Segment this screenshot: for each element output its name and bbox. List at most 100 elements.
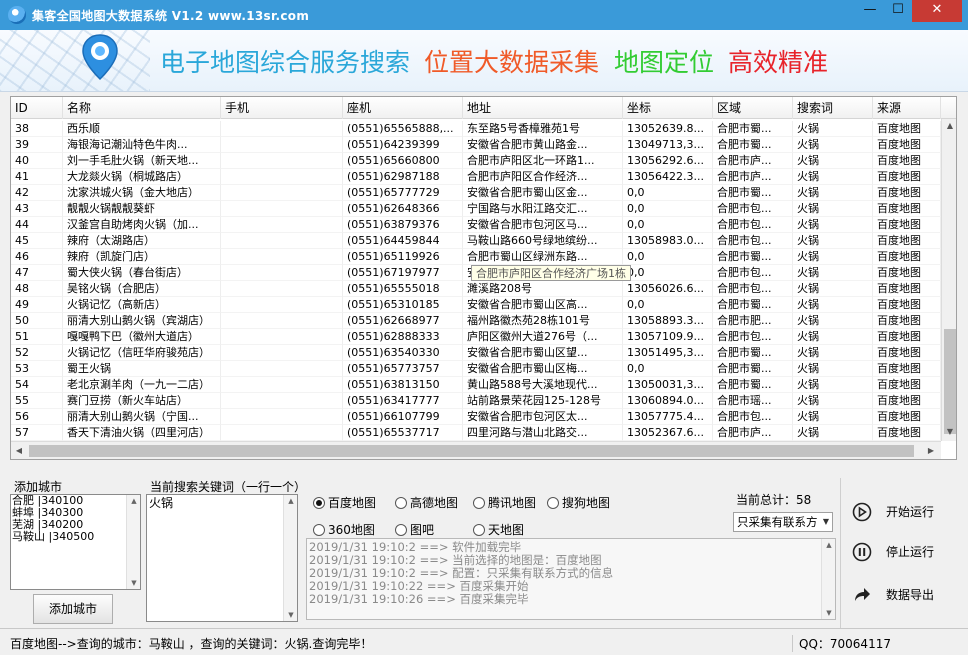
cell-source: 百度地图 bbox=[873, 249, 941, 265]
table-row[interactable]: 53 蜀王火锅 (0551)65773757 安徽省合肥市蜀山区梅... 0,0 合肥市蜀… bbox=[11, 361, 941, 377]
column-header-phone[interactable]: 座机 bbox=[343, 97, 463, 119]
city-list-item[interactable]: 马鞍山 |340500 bbox=[11, 531, 140, 543]
cell-id: 43 bbox=[11, 201, 63, 217]
cell-source: 百度地图 bbox=[873, 409, 941, 425]
cell-coordinates: 0,0 bbox=[623, 201, 713, 217]
table-row[interactable]: 41 大龙燚火锅（桐城路店） (0551)62987188 合肥市庐阳区合作经济...… bbox=[11, 169, 941, 185]
cell-address: 马鞍山路660号绿地缤纷... bbox=[463, 233, 623, 249]
cell-id: 48 bbox=[11, 281, 63, 297]
qq-contact: QQ：70064117 bbox=[792, 635, 891, 652]
keyword-input[interactable]: 火锅 ▲ ▼ bbox=[146, 494, 298, 622]
radio-circle-icon bbox=[313, 524, 325, 536]
cell-keyword: 火锅 bbox=[793, 425, 873, 441]
minimize-button[interactable]: — bbox=[856, 0, 884, 22]
keyword-scrollbar[interactable]: ▲ ▼ bbox=[283, 495, 297, 621]
cell-source: 百度地图 bbox=[873, 393, 941, 409]
radio-label: 百度地图 bbox=[328, 496, 377, 510]
cell-mobile bbox=[221, 297, 343, 313]
table-row[interactable]: 38 西乐顺 (0551)65565888,... 东至路5号香樟雅苑1号 130526… bbox=[11, 121, 941, 137]
cell-coordinates: 13050031,3... bbox=[623, 377, 713, 393]
radio-360-map[interactable]: 360地图 bbox=[313, 522, 375, 538]
cell-mobile bbox=[221, 425, 343, 441]
city-list[interactable]: 合肥 |340100 蚌埠 |340300 芜湖 |340200 马鞍山 |34050… bbox=[10, 494, 141, 590]
keyword-scroll-up-icon[interactable]: ▲ bbox=[284, 497, 297, 505]
title-bar: 集客全国地图大数据系统 V1.2 www.13sr.com — ☐ ✕ bbox=[0, 0, 968, 30]
cell-phone: (0551)62987188 bbox=[343, 169, 463, 185]
results-table[interactable]: ID 名称 手机 座机 地址 坐标 区域 搜索词 来源 38 西乐顺 (0551)65565888,… bbox=[10, 96, 957, 460]
cell-address: 宁国路与水阳江路交汇... bbox=[463, 201, 623, 217]
filter-select[interactable]: 只采集有联系方 ▼ bbox=[733, 512, 833, 532]
stop-button[interactable]: 停止运行 bbox=[848, 537, 958, 567]
log-scrollbar[interactable]: ▲ ▼ bbox=[821, 539, 835, 619]
column-header-source[interactable]: 来源 bbox=[873, 97, 941, 119]
start-button[interactable]: 开始运行 bbox=[848, 497, 958, 527]
cell-region: 合肥市包... bbox=[713, 409, 793, 425]
radio-gaode-map[interactable]: 高德地图 bbox=[395, 495, 458, 511]
scroll-left-arrow-icon[interactable]: ◀ bbox=[11, 442, 27, 459]
table-row[interactable]: 48 吴铭火锅（合肥店） (0551)65555018 濉溪路208号 13056026… bbox=[11, 281, 941, 297]
table-row[interactable]: 50 丽清大别山鹅火锅（宾湖店） (0551)62668977 福州路徽杰苑28栋10… bbox=[11, 313, 941, 329]
table-row[interactable]: 45 辣府（太湖路店） (0551)64459844 马鞍山路660号绿地缤纷... 1… bbox=[11, 233, 941, 249]
table-row[interactable]: 51 嘎嘎鸭下巴（徽州大道店） (0551)62888333 庐阳区徽州大道276号（… bbox=[11, 329, 941, 345]
cell-region: 合肥市庐... bbox=[713, 425, 793, 441]
table-row[interactable]: 52 火锅记忆（信旺华府骏苑店） (0551)63540330 安徽省合肥市蜀山区望.… bbox=[11, 345, 941, 361]
horizontal-scroll-thumb[interactable] bbox=[29, 445, 914, 457]
slogan-efficient-accurate: 高效精准 bbox=[728, 48, 829, 77]
radio-tianditu-map[interactable]: 天地图 bbox=[473, 522, 524, 538]
cell-region: 合肥市包... bbox=[713, 281, 793, 297]
cell-keyword: 火锅 bbox=[793, 137, 873, 153]
cell-phone: (0551)62668977 bbox=[343, 313, 463, 329]
table-row[interactable]: 57 香天下清油火锅（四里河店） (0551)65537717 四里河路与潜山北路交.… bbox=[11, 425, 941, 441]
table-vertical-scrollbar[interactable]: ▲ ▼ bbox=[941, 119, 956, 441]
map-background-decoration bbox=[0, 30, 150, 91]
scroll-up-arrow-icon[interactable]: ▲ bbox=[942, 119, 956, 133]
table-row[interactable]: 43 靓靓火锅靓靓葵虾 (0551)62648366 宁国路与水阳江路交汇... 0,0… bbox=[11, 201, 941, 217]
maximize-button[interactable]: ☐ bbox=[884, 0, 912, 22]
table-row[interactable]: 54 老北京涮羊肉（一九一二店） (0551)63813150 黄山路588号大溪地现… bbox=[11, 377, 941, 393]
table-row[interactable]: 44 汉釜宫自助烤肉火锅（加... (0551)63879376 安徽省合肥市包河区马… bbox=[11, 217, 941, 233]
log-scroll-up-icon[interactable]: ▲ bbox=[822, 541, 835, 549]
table-row[interactable]: 55 赛门豆捞（新火车站店） (0551)63417777 站前路景荣花园125-12… bbox=[11, 393, 941, 409]
add-city-button[interactable]: 添加城市 bbox=[33, 594, 113, 624]
column-header-keyword[interactable]: 搜索词 bbox=[793, 97, 873, 119]
keyword-scroll-down-icon[interactable]: ▼ bbox=[284, 611, 297, 619]
radio-sogou-map[interactable]: 搜狗地图 bbox=[547, 495, 610, 511]
city-scroll-down-icon[interactable]: ▼ bbox=[127, 579, 140, 587]
cell-region: 合肥市肥... bbox=[713, 313, 793, 329]
table-row[interactable]: 40 刘一手毛肚火锅（新天地... (0551)65660800 合肥市庐阳区北一环路… bbox=[11, 153, 941, 169]
cell-coordinates: 0,0 bbox=[623, 297, 713, 313]
table-row[interactable]: 49 火锅记忆（高新店） (0551)65310185 安徽省合肥市蜀山区高... 0,… bbox=[11, 297, 941, 313]
vertical-scroll-thumb[interactable] bbox=[944, 329, 956, 434]
column-header-address[interactable]: 地址 bbox=[463, 97, 623, 119]
log-scroll-down-icon[interactable]: ▼ bbox=[822, 609, 835, 617]
city-scroll-up-icon[interactable]: ▲ bbox=[127, 497, 140, 505]
column-header-region[interactable]: 区域 bbox=[713, 97, 793, 119]
table-row[interactable]: 46 辣府（凯旋门店） (0551)65119926 合肥市蜀山区绿洲东路... 0,0… bbox=[11, 249, 941, 265]
column-header-mobile[interactable]: 手机 bbox=[221, 97, 343, 119]
share-arrow-icon bbox=[855, 588, 870, 601]
column-header-id[interactable]: ID bbox=[11, 97, 63, 119]
cell-coordinates: 13058893.3... bbox=[623, 313, 713, 329]
radio-circle-icon bbox=[547, 497, 559, 509]
radio-tuba-map[interactable]: 图吧 bbox=[395, 522, 434, 538]
radio-tencent-map[interactable]: 腾讯地图 bbox=[473, 495, 536, 511]
total-count-label: 当前总计： bbox=[736, 493, 797, 507]
table-row[interactable]: 39 海银海记潮汕特色牛肉... (0551)64239399 安徽省合肥市黄山路金.… bbox=[11, 137, 941, 153]
keyword-label: 当前搜索关键词（一行一个） bbox=[150, 480, 307, 494]
close-button[interactable]: ✕ bbox=[912, 0, 962, 22]
scroll-down-arrow-icon[interactable]: ▼ bbox=[942, 425, 956, 439]
city-list-scrollbar[interactable]: ▲ ▼ bbox=[126, 495, 140, 589]
column-header-coordinates[interactable]: 坐标 bbox=[623, 97, 713, 119]
table-row[interactable]: 56 丽清大别山鹅火锅（宁国... (0551)66107799 安徽省合肥市包河区太… bbox=[11, 409, 941, 425]
cell-id: 57 bbox=[11, 425, 63, 441]
column-header-name[interactable]: 名称 bbox=[63, 97, 221, 119]
radio-circle-icon bbox=[473, 497, 485, 509]
cell-address: 濉溪路208号 bbox=[463, 281, 623, 297]
cell-source: 百度地图 bbox=[873, 233, 941, 249]
table-horizontal-scrollbar[interactable]: ◀ ▶ bbox=[11, 441, 941, 459]
export-button[interactable]: 数据导出 bbox=[848, 580, 958, 610]
scroll-right-arrow-icon[interactable]: ▶ bbox=[923, 442, 939, 459]
table-row[interactable]: 42 沈家洪城火锅（金大地店） (0551)65777729 安徽省合肥市蜀山区金..… bbox=[11, 185, 941, 201]
cell-name: 辣府（太湖路店） bbox=[63, 233, 221, 249]
radio-baidu-map[interactable]: 百度地图 bbox=[313, 495, 376, 511]
